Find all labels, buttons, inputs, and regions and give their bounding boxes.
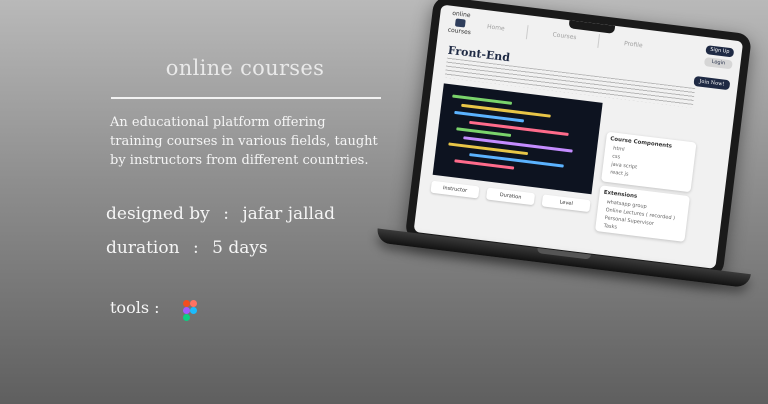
signup-button[interactable]: Sign Up [705,45,735,58]
screen-content: online courses Home Courses Profile Sign… [413,4,744,269]
stat-instructor: Instructor [430,180,480,199]
duration-row: duration : 5 days [106,238,268,258]
designed-by-row: designed by : jafar jallad [106,204,335,224]
tools-label: tools : [110,298,160,317]
logo-mark-icon [454,18,466,28]
designer-name: jafar jallad [242,204,335,224]
stat-duration: Duration [486,187,536,206]
duration-value: 5 days [212,238,268,258]
code-preview-image [432,83,603,195]
course-components-panel: Course Components html css java script r… [601,131,697,193]
laptop-screen: online courses Home Courses Profile Sign… [404,0,753,278]
project-description: An educational platform offering trainin… [110,115,378,168]
title-divider [111,97,381,99]
stat-level: Level [541,194,591,213]
designed-by-label: designed by [106,204,210,224]
site-logo[interactable]: online courses [444,9,477,36]
nav-courses[interactable]: Courses [552,31,577,41]
figma-icon [183,300,197,321]
join-now-button[interactable]: Join Now! [693,75,731,91]
nav-separator [525,25,529,40]
duration-label: duration [106,238,180,258]
laptop-mockup: online courses Home Courses Profile Sign… [375,0,753,332]
logo-bottom: courses [447,26,472,37]
designed-by-separator: : [223,204,229,224]
extensions-panel: Extensions whatsapp group Online Lecture… [594,185,690,242]
nav-profile[interactable]: Profile [624,40,643,49]
duration-separator: : [192,238,199,258]
page-title: online courses [165,56,325,80]
login-button[interactable]: Login [703,57,733,70]
code-line [454,159,515,170]
logo-top: online [451,9,471,20]
nav-home[interactable]: Home [487,23,505,32]
nav-separator [597,33,601,48]
